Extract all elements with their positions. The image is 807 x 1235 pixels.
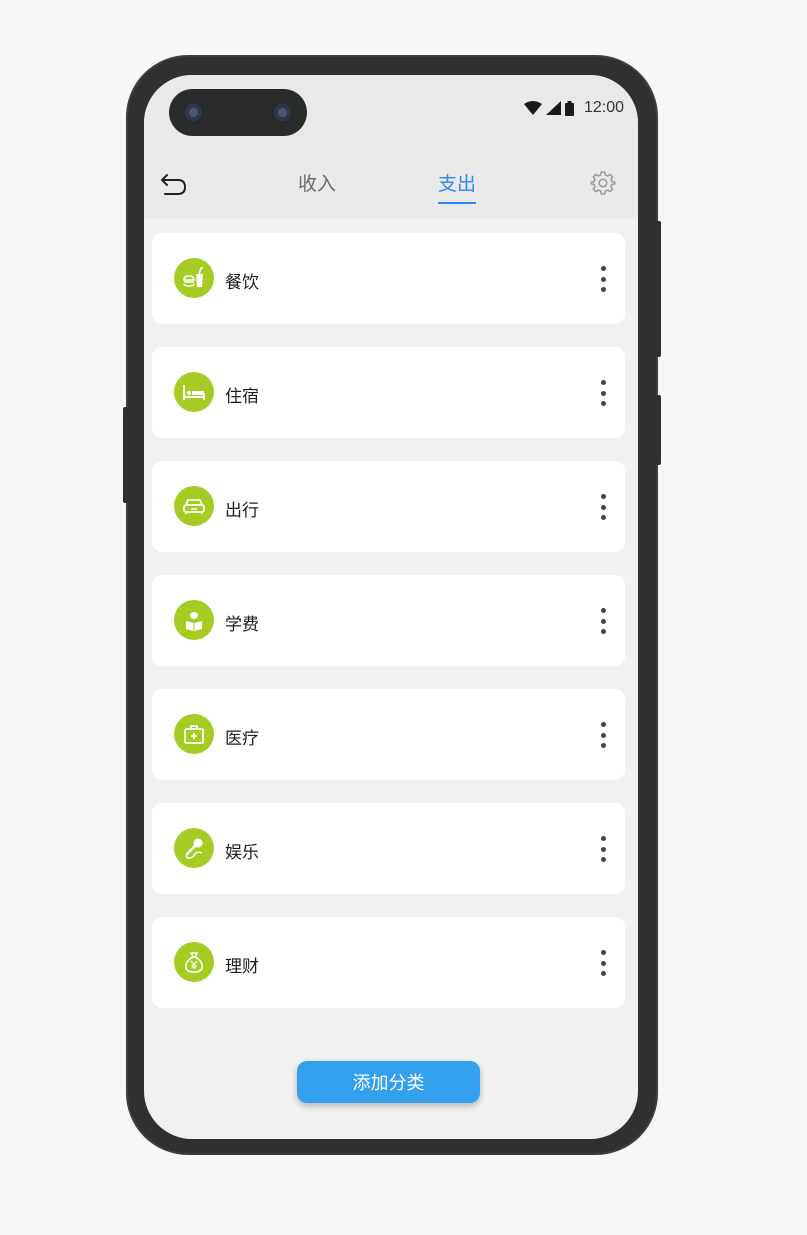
- category-label: 住宿: [225, 387, 259, 407]
- tab-selected-indicator: [438, 202, 477, 204]
- tab-income-label: 收入: [298, 173, 337, 195]
- status-time: 12:00: [583, 99, 624, 116]
- wifi-icon: [523, 101, 542, 115]
- student-icon: [174, 600, 214, 640]
- more-options-button[interactable]: [597, 380, 609, 406]
- category-label: 理财: [225, 957, 259, 977]
- food-drink-icon: [174, 258, 214, 298]
- medical-kit-icon: [174, 714, 214, 754]
- more-options-button[interactable]: [597, 608, 609, 634]
- status-bar: 12:00: [144, 75, 638, 147]
- category-card[interactable]: 住宿: [152, 347, 625, 438]
- side-button-upper: [656, 221, 661, 357]
- category-card[interactable]: 医疗: [152, 689, 625, 780]
- tab-income[interactable]: 收入: [298, 169, 336, 196]
- side-button-lower: [656, 395, 661, 465]
- category-card[interactable]: 理财: [152, 917, 625, 1008]
- category-label: 学费: [225, 615, 259, 635]
- category-card[interactable]: 餐饮: [152, 233, 625, 324]
- more-options-button[interactable]: [597, 266, 609, 292]
- camera-cutout: [169, 89, 307, 136]
- camera-lens: [272, 102, 293, 123]
- volume-button: [123, 407, 128, 503]
- gear-icon: [590, 171, 616, 195]
- back-button[interactable]: [158, 168, 190, 200]
- more-options-button[interactable]: [597, 722, 609, 748]
- screen: 12:00 收入 支出 餐饮 住宿 出行 学费 医疗 娱乐 理财 添加分类: [144, 75, 638, 1139]
- bed-icon: [174, 372, 214, 412]
- signal-icon: [545, 101, 561, 115]
- category-card[interactable]: 出行: [152, 461, 625, 552]
- category-label: 餐饮: [225, 273, 259, 293]
- category-label: 医疗: [225, 729, 259, 749]
- settings-button[interactable]: [590, 170, 616, 196]
- more-options-button[interactable]: [597, 950, 609, 976]
- category-card[interactable]: 娱乐: [152, 803, 625, 894]
- more-options-button[interactable]: [597, 836, 609, 862]
- header: 收入 支出: [144, 147, 638, 219]
- car-icon: [174, 486, 214, 526]
- battery-icon: [564, 100, 574, 116]
- category-label: 出行: [225, 501, 259, 521]
- more-options-button[interactable]: [597, 494, 609, 520]
- category-card[interactable]: 学费: [152, 575, 625, 666]
- camera-lens: [183, 102, 204, 123]
- back-arrow-icon: [161, 174, 187, 195]
- tab-expense[interactable]: 支出: [438, 169, 477, 204]
- phone-frame: 12:00 收入 支出 餐饮 住宿 出行 学费 医疗 娱乐 理财 添加分类: [123, 55, 661, 1155]
- status-icons: 12:00: [523, 99, 624, 117]
- microphone-icon: [174, 828, 214, 868]
- category-list: 餐饮 住宿 出行 学费 医疗 娱乐 理财: [152, 233, 625, 1031]
- tab-expense-label: 支出: [438, 173, 477, 195]
- money-bag-icon: [174, 942, 214, 982]
- add-category-button[interactable]: 添加分类: [297, 1061, 480, 1103]
- category-label: 娱乐: [225, 843, 259, 863]
